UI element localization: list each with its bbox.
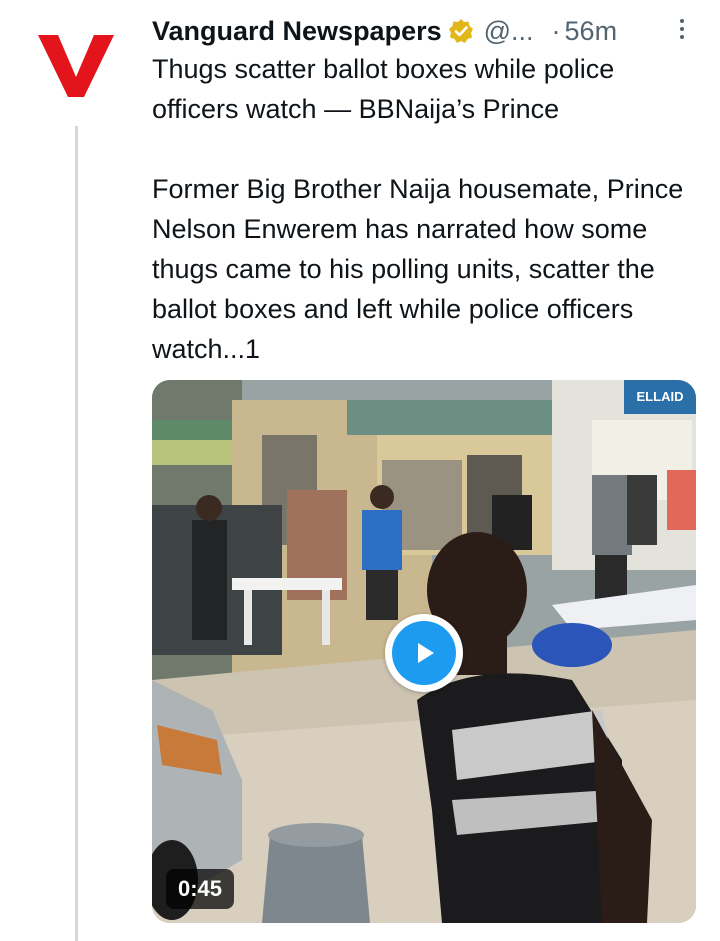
vanguard-logo-icon <box>38 35 114 97</box>
video-player[interactable]: ELLAID 0:45 <box>152 380 696 923</box>
play-button[interactable] <box>385 614 463 692</box>
play-icon <box>392 621 456 685</box>
separator-dot: · <box>551 15 561 46</box>
timestamp[interactable]: 56m <box>565 16 618 47</box>
author-avatar[interactable] <box>28 22 124 108</box>
video-duration: 0:45 <box>166 869 235 909</box>
author-handle[interactable]: @... <box>484 16 534 47</box>
author-name[interactable]: Vanguard Newspapers <box>152 16 442 47</box>
thread-line <box>75 126 78 941</box>
tweet-body: Former Big Brother Naija housemate, Prin… <box>152 174 684 364</box>
shop-sign-text: ELLAID <box>637 389 684 404</box>
tweet-header: Vanguard Newspapers @... · 56m <box>152 12 692 50</box>
tweet-headline: Thugs scatter ballot boxes while police … <box>152 54 615 124</box>
more-options-icon[interactable] <box>672 14 692 44</box>
verified-badge-icon <box>448 18 474 44</box>
